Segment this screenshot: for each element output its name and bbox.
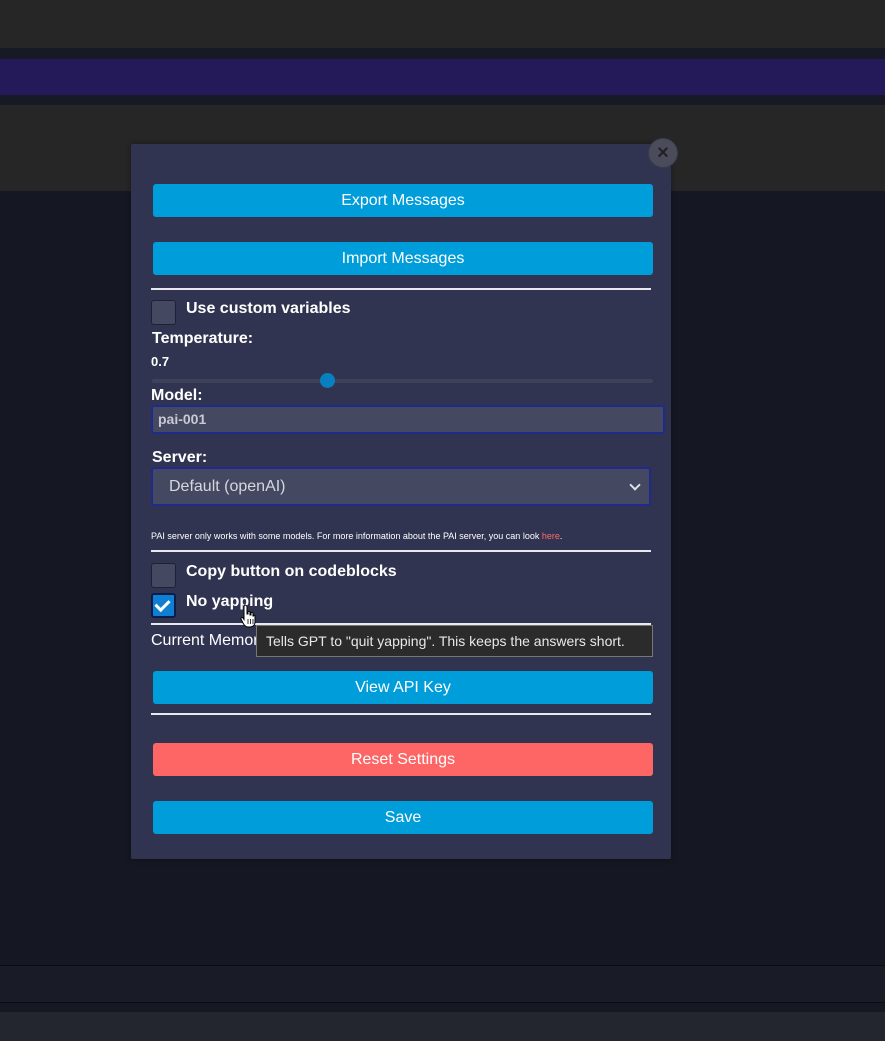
temperature-slider[interactable] bbox=[152, 379, 653, 383]
temperature-label: Temperature: bbox=[152, 330, 254, 347]
temperature-value: 0.7 bbox=[151, 354, 170, 369]
pai-server-info: PAI server only works with some models. … bbox=[151, 531, 562, 541]
server-selected-value: Default (openAI) bbox=[169, 478, 286, 495]
temperature-slider-thumb[interactable] bbox=[319, 373, 335, 388]
custom-variables-label: Use custom variables bbox=[186, 300, 351, 317]
no-yapping-tooltip: Tells GPT to "quit yapping". This keeps … bbox=[256, 625, 653, 657]
copy-button-label: Copy button on codeblocks bbox=[186, 563, 397, 580]
divider bbox=[151, 288, 651, 290]
top-bar bbox=[0, 0, 885, 48]
check-icon bbox=[154, 595, 171, 613]
copy-button-checkbox[interactable] bbox=[151, 563, 176, 588]
divider bbox=[0, 95, 885, 105]
model-input[interactable]: pai-001 bbox=[151, 405, 665, 434]
hand-pointer-icon bbox=[240, 604, 256, 628]
view-api-key-button[interactable]: View API Key bbox=[153, 671, 653, 704]
divider bbox=[151, 550, 651, 552]
divider bbox=[0, 48, 885, 59]
no-yapping-label: No yapping bbox=[186, 593, 274, 610]
model-label: Model: bbox=[151, 387, 203, 404]
chevron-down-icon bbox=[629, 479, 641, 491]
export-messages-button[interactable]: Export Messages bbox=[153, 184, 653, 217]
custom-variables-checkbox[interactable] bbox=[151, 300, 176, 325]
divider bbox=[151, 713, 651, 715]
pai-server-info-link[interactable]: here bbox=[542, 531, 560, 541]
pai-server-info-text: PAI server only works with some models. … bbox=[151, 531, 542, 541]
footer-bar bbox=[0, 965, 885, 1002]
no-yapping-checkbox[interactable] bbox=[151, 593, 176, 618]
pai-server-info-end: . bbox=[559, 531, 563, 541]
footer-input-area bbox=[0, 1012, 885, 1041]
server-select[interactable]: Default (openAI) bbox=[151, 467, 651, 506]
purple-banner bbox=[0, 59, 885, 95]
reset-settings-button[interactable]: Reset Settings bbox=[153, 743, 653, 776]
close-icon[interactable]: × bbox=[648, 138, 678, 168]
current-memory-label: Current Memory bbox=[151, 632, 267, 649]
save-button[interactable]: Save bbox=[153, 801, 653, 834]
server-label: Server: bbox=[152, 449, 208, 466]
import-messages-button[interactable]: Import Messages bbox=[153, 242, 653, 275]
